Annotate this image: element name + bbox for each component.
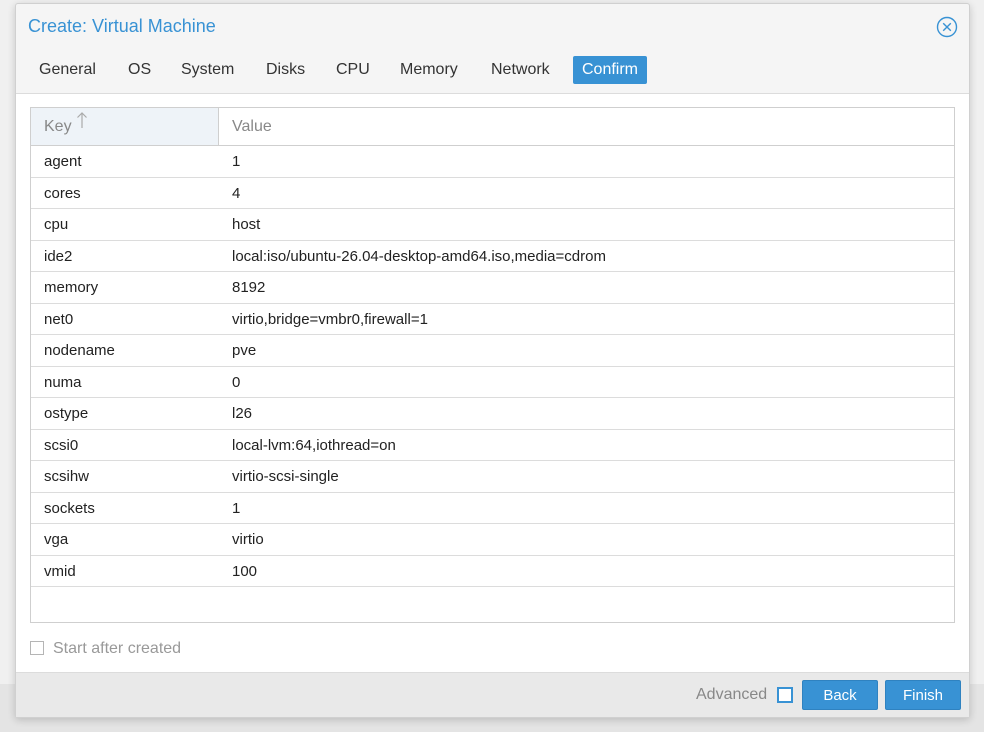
row-value: 1: [232, 499, 241, 517]
table-row[interactable]: agent 1: [31, 146, 954, 178]
row-value: virtio,bridge=vmbr0,firewall=1: [232, 310, 428, 328]
row-value: host: [232, 216, 261, 233]
table-row[interactable]: vmid 100: [31, 556, 954, 587]
finish-button[interactable]: Finish: [885, 680, 961, 710]
table-row[interactable]: vga virtio: [31, 524, 954, 556]
close-icon[interactable]: [936, 16, 958, 38]
wizard-tabbar: General OS System Disks CPU Memory Netwo…: [16, 56, 969, 90]
dialog-title: Create: Virtual Machine: [28, 16, 216, 36]
row-key: scsi0: [44, 436, 79, 454]
advanced-label: Advanced: [696, 686, 768, 703]
row-key: agent: [44, 153, 82, 170]
row-value: 1: [232, 153, 241, 170]
back-button[interactable]: Back: [802, 680, 878, 710]
column-header-key-label: Key: [44, 118, 72, 135]
row-key: ostype: [44, 405, 89, 422]
row-key: ide2: [44, 247, 73, 265]
table-row[interactable]: ide2 local:iso/ubuntu-26.04-desktop-amd64…: [31, 241, 954, 272]
table-row[interactable]: net0 virtio,bridge=vmbr0,firewall=1: [31, 304, 954, 335]
row-key: vmid: [44, 562, 76, 580]
dialog-footer: Advanced Back Finish: [16, 673, 969, 717]
table-row[interactable]: memory 8192: [31, 272, 954, 304]
row-key: scsihw: [44, 468, 90, 485]
table-row[interactable]: scsi0 local-lvm:64,iothread=on: [31, 430, 954, 461]
row-value: virtio-scsi-single: [232, 468, 339, 485]
create-vm-dialog: Create: Virtual Machine General OS Syste…: [15, 3, 970, 718]
summary-grid: Key Value agent 1 cores 4 cpu host ide2 loca…: [30, 107, 955, 623]
table-row[interactable]: nodename pve: [31, 335, 954, 367]
start-after-created-checkbox[interactable]: [30, 641, 44, 655]
table-row[interactable]: cpu host: [31, 209, 954, 241]
tab-general[interactable]: General: [32, 56, 103, 84]
start-after-created-label: Start after created: [53, 640, 182, 657]
tab-cpu[interactable]: CPU: [329, 56, 377, 84]
sort-ascending-icon: [76, 106, 88, 143]
tab-network[interactable]: Network: [484, 56, 557, 84]
row-key: sockets: [44, 499, 95, 517]
row-value: local-lvm:64,iothread=on: [232, 436, 396, 454]
tab-system[interactable]: System: [174, 56, 241, 84]
row-value: 8192: [232, 279, 266, 296]
dialog-title-bar: Create: Virtual Machine: [16, 4, 969, 52]
tab-confirm[interactable]: Confirm: [573, 56, 648, 84]
advanced-checkbox[interactable]: [777, 687, 793, 703]
column-header-value[interactable]: Value: [219, 108, 952, 145]
row-value: local:iso/ubuntu-26.04-desktop-amd64.iso…: [232, 247, 606, 265]
row-value: pve: [232, 342, 257, 359]
row-value: l26: [232, 405, 253, 422]
row-key: memory: [44, 279, 99, 296]
column-header-key[interactable]: Key: [31, 108, 219, 145]
row-key: cpu: [44, 216, 69, 233]
table-row[interactable]: scsihw virtio-scsi-single: [31, 461, 954, 493]
row-key: vga: [44, 531, 69, 548]
row-key: nodename: [44, 342, 115, 359]
row-value: 4: [232, 184, 241, 202]
row-key: cores: [44, 184, 81, 202]
grid-header: Key Value: [31, 108, 954, 146]
tab-memory[interactable]: Memory: [393, 56, 465, 84]
row-value: 0: [232, 373, 241, 391]
row-key: numa: [44, 373, 82, 391]
grid-rows: agent 1 cores 4 cpu host ide2 local:iso/ubun…: [31, 146, 954, 587]
tab-os[interactable]: OS: [121, 56, 158, 84]
table-row[interactable]: ostype l26: [31, 398, 954, 430]
tab-disks[interactable]: Disks: [259, 56, 312, 84]
row-value: 100: [232, 562, 258, 580]
confirm-panel: Key Value agent 1 cores 4 cpu host ide2 loca…: [16, 93, 969, 673]
table-row[interactable]: cores 4: [31, 178, 954, 209]
table-row[interactable]: sockets 1: [31, 493, 954, 524]
table-row[interactable]: numa 0: [31, 367, 954, 398]
row-key: net0: [44, 310, 74, 328]
row-value: virtio: [232, 531, 264, 548]
